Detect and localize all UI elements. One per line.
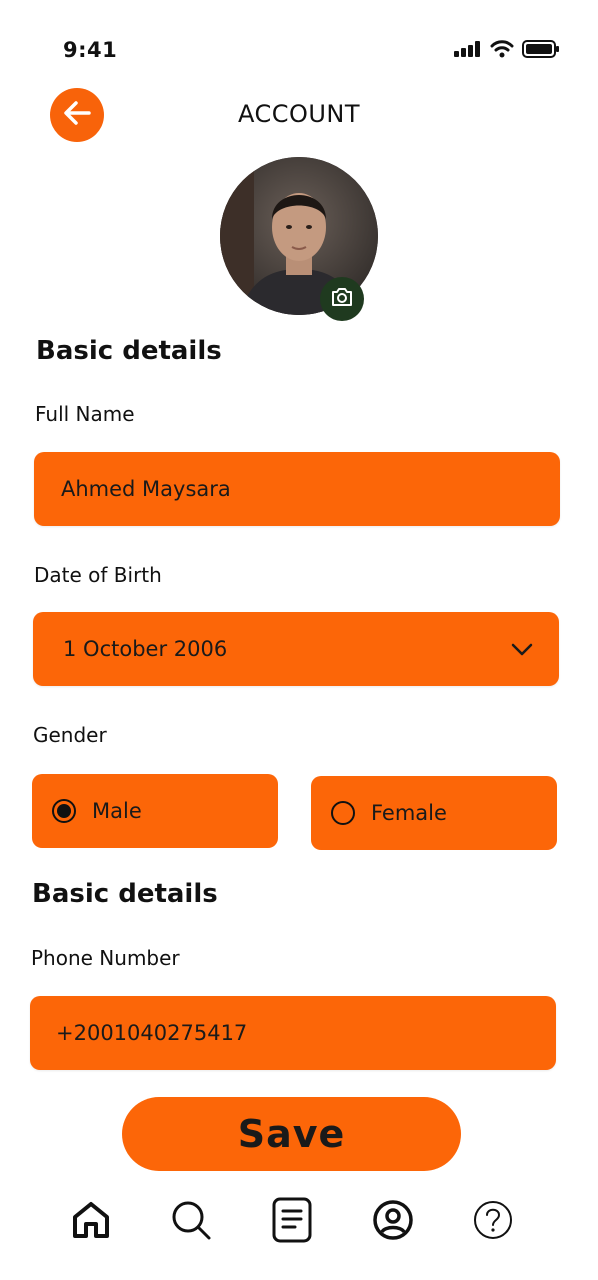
chevron-down-icon bbox=[511, 638, 533, 665]
dob-value: 1 October 2006 bbox=[63, 637, 228, 661]
status-icons bbox=[454, 40, 560, 62]
tab-documents[interactable] bbox=[270, 1197, 314, 1247]
full-name-value: Ahmed Maysara bbox=[61, 477, 231, 501]
full-name-field[interactable]: Ahmed Maysara bbox=[34, 452, 560, 526]
help-icon bbox=[472, 1199, 514, 1245]
dob-select[interactable]: 1 October 2006 bbox=[33, 612, 559, 686]
contact-details-heading: Basic details bbox=[32, 879, 218, 909]
basic-details-heading: Basic details bbox=[36, 336, 222, 366]
tab-home[interactable] bbox=[69, 1200, 113, 1244]
save-button[interactable]: Save bbox=[122, 1097, 461, 1171]
radio-unselected-icon bbox=[331, 801, 355, 825]
search-icon bbox=[170, 1199, 212, 1245]
tab-search[interactable] bbox=[169, 1200, 213, 1244]
camera-icon bbox=[330, 286, 354, 312]
full-name-label: Full Name bbox=[35, 402, 135, 426]
status-time: 9:41 bbox=[63, 38, 118, 62]
bottom-tab-bar bbox=[0, 1195, 598, 1255]
change-photo-button[interactable] bbox=[320, 277, 364, 321]
gender-label: Gender bbox=[33, 723, 107, 747]
document-icon bbox=[271, 1197, 313, 1247]
phone-label: Phone Number bbox=[31, 946, 180, 970]
dob-label: Date of Birth bbox=[34, 563, 162, 587]
signal-icon bbox=[454, 41, 482, 61]
phone-field[interactable]: +2001040275417 bbox=[30, 996, 556, 1070]
tab-profile[interactable] bbox=[371, 1200, 415, 1244]
battery-icon bbox=[522, 40, 560, 62]
tab-help[interactable] bbox=[471, 1200, 515, 1244]
radio-selected-icon bbox=[52, 799, 76, 823]
phone-value: +2001040275417 bbox=[56, 1021, 248, 1045]
page-title: ACCOUNT bbox=[237, 100, 361, 128]
home-icon bbox=[70, 1199, 112, 1245]
gender-option-female[interactable]: Female bbox=[311, 776, 557, 850]
status-bar: 9:41 bbox=[0, 0, 598, 90]
profile-icon bbox=[372, 1199, 414, 1245]
profile-avatar-section bbox=[220, 157, 378, 321]
gender-option-label: Female bbox=[371, 801, 447, 825]
wifi-icon bbox=[490, 40, 514, 62]
gender-option-male[interactable]: Male bbox=[32, 774, 278, 848]
gender-option-label: Male bbox=[92, 799, 142, 823]
